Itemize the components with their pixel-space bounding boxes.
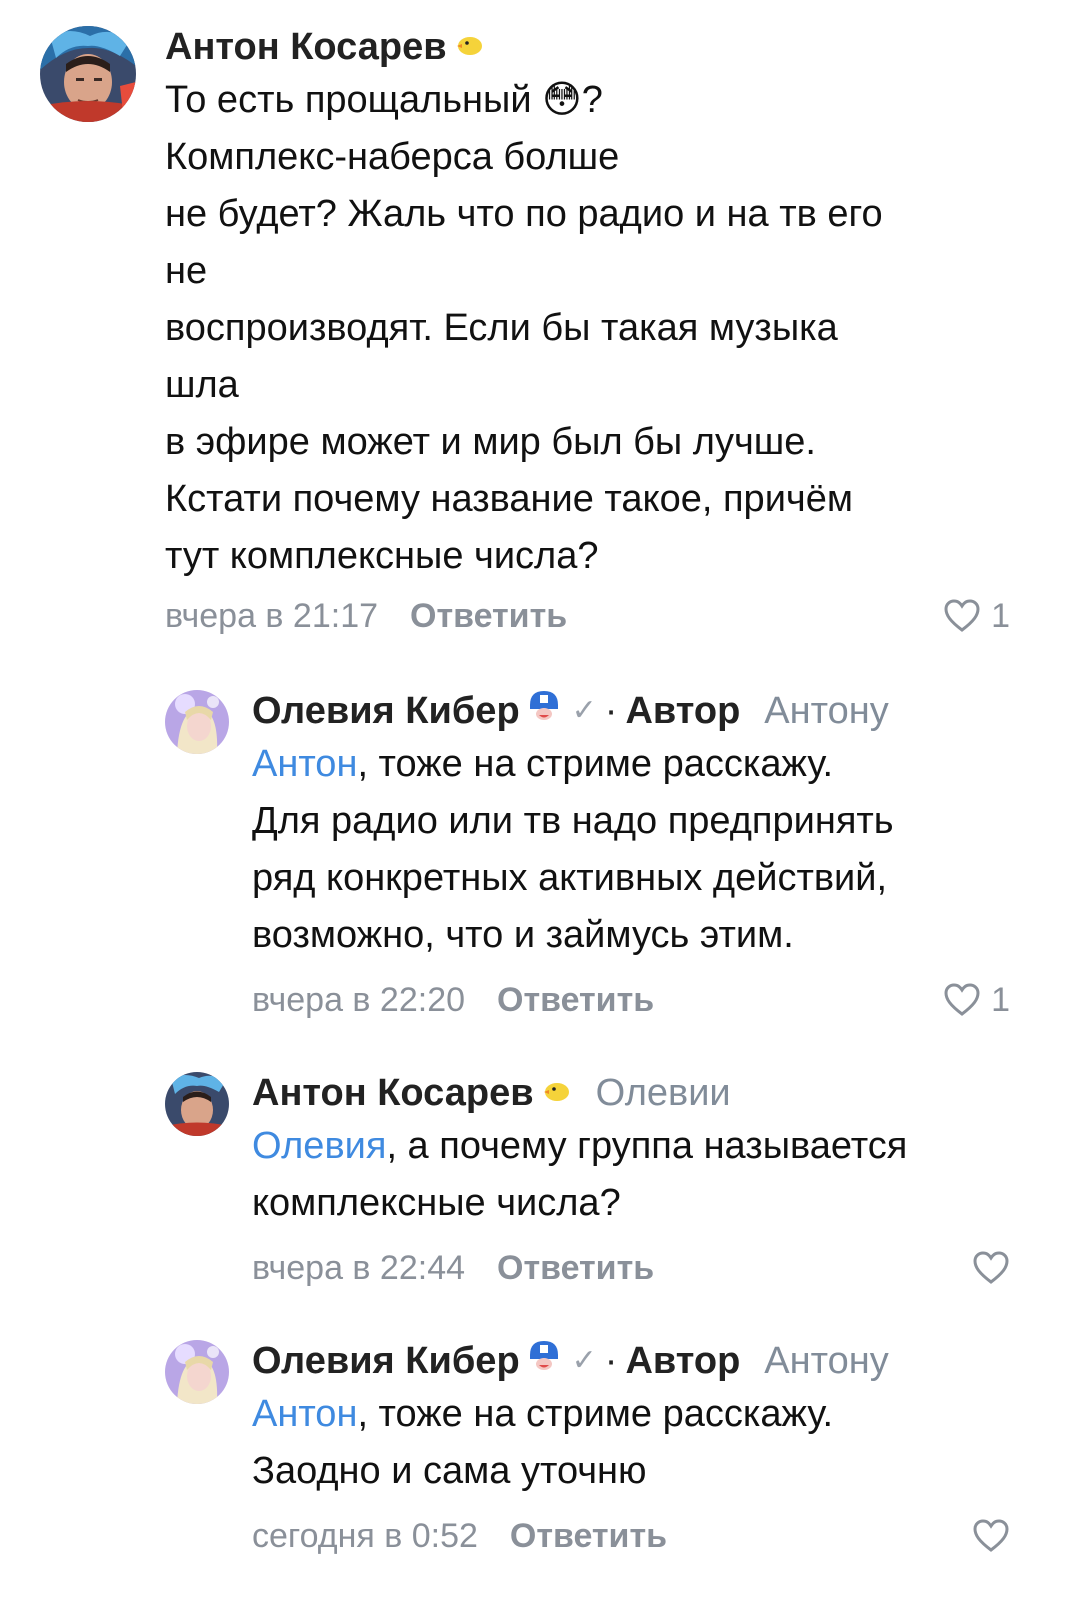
text-line: Антон, тоже на стриме расскажу. <box>252 1386 1020 1443</box>
text-line: не <box>165 250 208 292</box>
comment-meta: вчера в 21:17 Ответить 1 <box>165 592 1010 640</box>
heart-icon <box>973 1519 1009 1552</box>
author-name[interactable]: Антон Косарев <box>252 1068 534 1118</box>
mention-link[interactable]: Антон <box>252 743 357 785</box>
verified-check-icon: ✓ <box>571 1344 597 1377</box>
text-line: Для радио или тв надо предпринять <box>252 800 894 842</box>
text-fragment: , тоже на стриме расскажу. <box>357 1393 834 1435</box>
comment-text: Олевия, а почему группа называется компл… <box>252 1118 1020 1232</box>
comment-3: Антон Косарев Олевии Олевия, а почему гр… <box>0 1068 1080 1298</box>
comment-4: Олевия Кибер ✓ · Автор Антону Антон, тож… <box>0 1336 1080 1606</box>
timestamp: вчера в 21:17 <box>165 597 379 635</box>
text-line: Заодно и сама уточню <box>252 1450 647 1492</box>
heart-icon <box>944 599 980 632</box>
author-role-badge: Автор <box>625 690 741 732</box>
text-line: Кстати почему название такое, причём <box>165 478 853 520</box>
reply-button[interactable]: Ответить <box>497 976 654 1024</box>
comment-text: То есть прощальный 😳? Комплекс-наберса б… <box>165 72 1020 585</box>
captain-helmet-icon <box>526 686 562 736</box>
verified-check-icon: ✓ <box>571 694 597 727</box>
chick-icon <box>540 1068 572 1118</box>
comment-meta: вчера в 22:44 Ответить <box>252 1244 1010 1292</box>
comment-text: Антон, тоже на стриме расскажу. Для ради… <box>252 736 1020 964</box>
reply-to-label[interactable]: Антону <box>764 1336 888 1386</box>
captain-helmet-icon <box>526 1336 562 1386</box>
avatar[interactable] <box>165 1072 229 1136</box>
avatar[interactable] <box>165 690 229 754</box>
comment-body: Антон Косарев То есть прощальный 😳? Комп… <box>165 22 1020 585</box>
text-line: воспроизводят. Если бы такая музыка <box>165 307 838 349</box>
text-line: Олевия, а почему группа называется <box>252 1118 1020 1175</box>
reply-to-label[interactable]: Олевии <box>596 1068 731 1118</box>
like-count: 1 <box>991 597 1010 635</box>
avatar-photo <box>40 26 136 122</box>
avatar-photo <box>165 690 229 754</box>
like-count: 1 <box>991 981 1010 1019</box>
author-role-badge: Автор <box>625 1340 741 1382</box>
mention-link[interactable]: Олевия <box>252 1125 386 1167</box>
chick-icon <box>453 22 485 72</box>
like-button[interactable] <box>972 1251 1010 1285</box>
like-button[interactable]: 1 <box>943 976 1010 1024</box>
text-line: не будет? Жаль что по радио и на тв его <box>165 193 883 235</box>
author-name[interactable]: Антон Косарев <box>165 22 447 72</box>
like-button[interactable]: 1 <box>943 592 1010 640</box>
avatar[interactable] <box>40 26 136 122</box>
reply-button[interactable]: Ответить <box>497 1244 654 1292</box>
text-fragment: , а почему группа называется <box>386 1125 908 1167</box>
comment-2: Олевия Кибер ✓ · Автор Антону Антон, тож… <box>0 686 1080 1036</box>
avatar[interactable] <box>165 1340 229 1404</box>
comment-body: Антон Косарев Олевии Олевия, а почему гр… <box>252 1068 1020 1232</box>
comment-meta: вчера в 22:20 Ответить 1 <box>252 976 1010 1024</box>
separator-dot: · <box>604 1340 618 1382</box>
reply-to-label[interactable]: Антону <box>764 686 888 736</box>
reply-button[interactable]: Ответить <box>410 592 567 640</box>
author-line: Олевия Кибер ✓ · Автор Антону <box>252 686 1020 736</box>
text-line: Комплекс-наберса болше <box>165 136 620 178</box>
heart-icon <box>944 983 980 1016</box>
author-line: Антон Косарев Олевии <box>252 1068 1020 1118</box>
reply-button[interactable]: Ответить <box>510 1512 667 1560</box>
text-line: тут комплексные числа? <box>165 535 599 577</box>
mention-link[interactable]: Антон <box>252 1393 357 1435</box>
timestamp: вчера в 22:20 <box>252 981 466 1019</box>
comment-body: Олевия Кибер ✓ · Автор Антону Антон, тож… <box>252 686 1020 964</box>
comment-1: Антон Косарев То есть прощальный 😳? Комп… <box>0 22 1080 642</box>
text-line: возможно, что и займусь этим. <box>252 914 794 956</box>
author-line: Антон Косарев <box>165 22 1020 72</box>
text-line: То есть прощальный 😳? <box>165 79 603 121</box>
comment-text: Антон, тоже на стриме расскажу. Заодно и… <box>252 1386 1020 1500</box>
author-line: Олевия Кибер ✓ · Автор Антону <box>252 1336 1020 1386</box>
timestamp: вчера в 22:44 <box>252 1249 466 1287</box>
text-line: ряд конкретных активных действий, <box>252 857 888 899</box>
avatar-photo <box>165 1072 229 1136</box>
separator-dot: · <box>604 690 618 732</box>
text-line: комплексные числа? <box>252 1182 621 1224</box>
author-name[interactable]: Олевия Кибер <box>252 686 520 736</box>
text-line: Антон, тоже на стриме расскажу. <box>252 736 1020 793</box>
comment-body: Олевия Кибер ✓ · Автор Антону Антон, тож… <box>252 1336 1020 1500</box>
text-line: шла <box>165 364 239 406</box>
author-name[interactable]: Олевия Кибер <box>252 1336 520 1386</box>
avatar-photo <box>165 1340 229 1404</box>
heart-icon <box>973 1251 1009 1284</box>
comment-meta: сегодня в 0:52 Ответить <box>252 1512 1010 1560</box>
like-button[interactable] <box>972 1519 1010 1553</box>
timestamp: сегодня в 0:52 <box>252 1517 478 1555</box>
text-fragment: , тоже на стриме расскажу. <box>357 743 834 785</box>
text-line: в эфире может и мир был бы лучше. <box>165 421 816 463</box>
